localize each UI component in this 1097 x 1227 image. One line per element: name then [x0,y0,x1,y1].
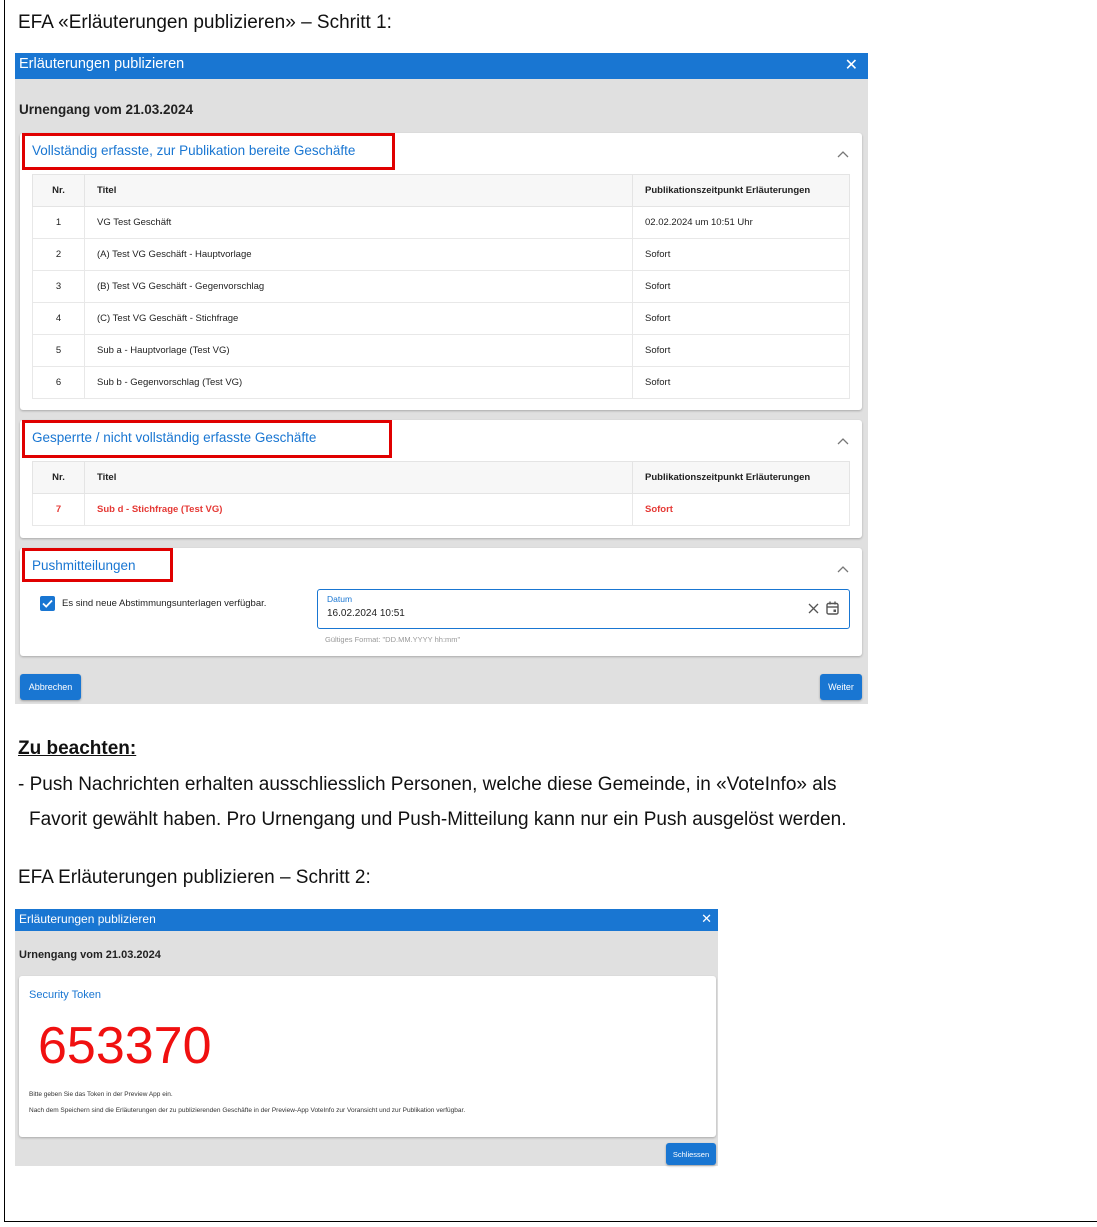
frame-border-bottom [4,1221,1097,1222]
column-header-title[interactable]: Titel [84,174,633,207]
row-title: VG Test Geschäft [84,206,633,239]
row-title: (A) Test VG Geschäft - Hauptvorlage [84,238,633,271]
token-card: Security Token 653370 Bitte geben Sie da… [19,976,716,1137]
date-field-value[interactable]: 16.02.2024 10:51 [327,608,405,619]
step1-heading: EFA «Erläuterungen publizieren» – Schrit… [18,12,392,33]
close-button[interactable]: Schliessen [666,1143,716,1165]
publish-dialog: Erläuterungen publizieren ✕ Urnengang vo… [15,53,868,704]
row-publication-time: Sofort [632,302,850,335]
dialog-title: Erläuterungen publizieren [19,56,185,72]
cancel-button[interactable]: Abbrechen [20,674,81,700]
table-header-row: Nr. Titel Publikationszeitpunkt Erläuter… [32,461,850,494]
table-row[interactable]: 2 (A) Test VG Geschäft - Hauptvorlage So… [32,238,850,271]
locked-table: Nr. Titel Publikationszeitpunkt Erläuter… [32,461,850,526]
table-row[interactable]: 4 (C) Test VG Geschäft - Stichfrage Sofo… [32,302,850,335]
dialog-titlebar: Erläuterungen publizieren ✕ [15,909,718,931]
row-publication-time: Sofort [632,270,850,303]
push-section-title[interactable]: Pushmitteilungen [32,558,136,573]
notes-heading: Zu beachten: [18,738,137,759]
row-publication-time: Sofort [632,493,850,526]
table-row[interactable]: 6 Sub b - Gegenvorschlag (Test VG) Sofor… [32,366,850,399]
row-nr: 2 [32,238,85,271]
push-checkbox-label: Es sind neue Abstimmungsunterlagen verfü… [62,598,267,609]
ready-section: Vollständig erfasste, zur Publikation be… [20,133,862,410]
date-format-hint: Gültiges Format: "DD.MM.YYYY hh:mm" [325,635,461,644]
table-row[interactable]: 7 Sub d - Stichfrage (Test VG) Sofort [32,493,850,526]
column-header-nr[interactable]: Nr. [32,174,85,207]
row-publication-time: Sofort [632,334,850,367]
row-nr: 5 [32,334,85,367]
locked-section: Gesperrte / nicht vollständig erfasste G… [20,420,862,538]
push-checkbox[interactable] [40,596,55,611]
push-section: Pushmitteilungen Es sind neue Abstimmung… [20,548,862,656]
close-icon[interactable]: ✕ [845,55,858,75]
table-row[interactable]: 3 (B) Test VG Geschäft - Gegenvorschlag … [32,270,850,303]
token-info-2: Nach dem Speichern sind die Erläuterunge… [29,1107,466,1114]
token-dialog: Erläuterungen publizieren ✕ Urnengang vo… [15,909,718,1166]
dialog-titlebar: Erläuterungen publizieren ✕ [15,53,868,79]
table-header-row: Nr. Titel Publikationszeitpunkt Erläuter… [32,174,850,207]
ready-section-title[interactable]: Vollständig erfasste, zur Publikation be… [32,143,355,158]
chevron-up-icon[interactable] [837,150,849,158]
ready-table: Nr. Titel Publikationszeitpunkt Erläuter… [32,174,850,399]
row-nr: 4 [32,302,85,335]
column-header-nr[interactable]: Nr. [32,461,85,494]
row-nr: 6 [32,366,85,399]
step2-heading: EFA Erläuterungen publizieren – Schritt … [18,867,371,888]
row-title: Sub a - Hauptvorlage (Test VG) [84,334,633,367]
locked-section-title[interactable]: Gesperrte / nicht vollständig erfasste G… [32,430,316,445]
notes-line-1: - Push Nachrichten erhalten ausschliessl… [18,774,837,795]
row-publication-time: Sofort [632,238,850,271]
check-icon [42,599,53,608]
token-info-1: Bitte geben Sie das Token in der Preview… [29,1091,173,1098]
row-title: Sub b - Gegenvorschlag (Test VG) [84,366,633,399]
close-icon[interactable]: ✕ [701,911,712,927]
chevron-up-icon[interactable] [837,565,849,573]
table-row[interactable]: 5 Sub a - Hauptvorlage (Test VG) Sofort [32,334,850,367]
frame-border-left [4,0,5,1222]
row-nr: 7 [32,493,85,526]
row-publication-time: Sofort [632,366,850,399]
chevron-up-icon[interactable] [837,437,849,445]
token-value: 653370 [38,1017,212,1075]
date-field-label: Datum [327,594,353,604]
date-field[interactable]: Datum 16.02.2024 10:51 [317,589,850,629]
election-date-title: Urnengang vom 21.03.2024 [19,949,161,961]
clear-icon[interactable] [808,603,819,614]
calendar-icon[interactable] [826,601,839,615]
row-title: (B) Test VG Geschäft - Gegenvorschlag [84,270,633,303]
token-label: Security Token [29,989,101,1001]
page: EFA «Erläuterungen publizieren» – Schrit… [0,0,1097,1227]
column-header-title[interactable]: Titel [84,461,633,494]
next-button[interactable]: Weiter [820,674,862,700]
row-nr: 1 [32,206,85,239]
column-header-publication-time[interactable]: Publikationszeitpunkt Erläuterungen [632,461,850,494]
row-publication-time: 02.02.2024 um 10:51 Uhr [632,206,850,239]
table-row[interactable]: 1 VG Test Geschäft 02.02.2024 um 10:51 U… [32,206,850,239]
notes-line-2: Favorit gewählt haben. Pro Urnengang und… [29,809,847,830]
column-header-publication-time[interactable]: Publikationszeitpunkt Erläuterungen [632,174,850,207]
election-date-title: Urnengang vom 21.03.2024 [19,102,194,117]
row-title: Sub d - Stichfrage (Test VG) [84,493,633,526]
dialog-title: Erläuterungen publizieren [19,912,156,926]
row-title: (C) Test VG Geschäft - Stichfrage [84,302,633,335]
row-nr: 3 [32,270,85,303]
